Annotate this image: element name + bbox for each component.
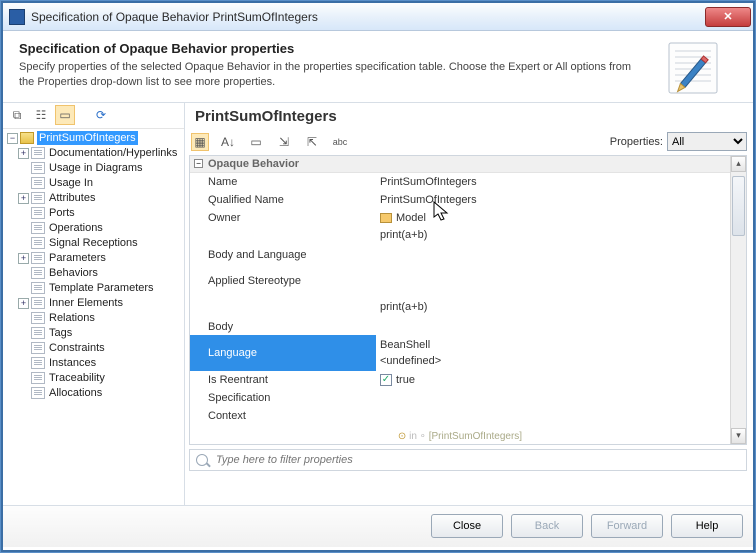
- page-icon: [31, 147, 45, 159]
- scroll-up-icon[interactable]: ▴: [731, 156, 746, 172]
- tree-item[interactable]: Constraints: [5, 341, 184, 356]
- prop-row-name[interactable]: NamePrintSumOfIntegers: [190, 173, 746, 191]
- app-icon: [9, 9, 25, 25]
- forward-button[interactable]: Forward: [591, 514, 663, 538]
- tree-root[interactable]: − PrintSumOfIntegers: [5, 131, 184, 146]
- tree-item[interactable]: +Attributes: [5, 191, 184, 206]
- scroll-thumb[interactable]: [732, 176, 745, 236]
- close-window-button[interactable]: ✕: [705, 7, 751, 27]
- page-icon: [31, 282, 45, 294]
- help-button[interactable]: Help: [671, 514, 743, 538]
- prop-row-qualified-name[interactable]: Qualified NamePrintSumOfIntegers: [190, 191, 746, 209]
- page-icon: [31, 267, 45, 279]
- tree-view-icon[interactable]: ⧉: [7, 105, 27, 125]
- tree-item[interactable]: Relations: [5, 311, 184, 326]
- page-icon: [31, 342, 45, 354]
- page-icon: [31, 177, 45, 189]
- prop-row-language[interactable]: ▸ Language BeanShell <undefined>: [190, 335, 746, 371]
- prop-row-body[interactable]: Bodyprint(a+b): [190, 299, 746, 335]
- body: ⧉ ☷ ▭ ⟳ − PrintSumOfIntegers +Documentat…: [3, 103, 753, 505]
- element-title: PrintSumOfIntegers: [185, 103, 753, 129]
- filter-input[interactable]: [214, 453, 740, 467]
- page-icon: [31, 357, 45, 369]
- show-empty-icon[interactable]: ▭: [247, 133, 265, 151]
- page-icon: [31, 192, 45, 204]
- tree-item[interactable]: Operations: [5, 221, 184, 236]
- model-icon: [380, 213, 392, 223]
- opaque-behavior-icon: [20, 132, 34, 144]
- titlebar: Specification of Opaque Behavior PrintSu…: [3, 3, 753, 31]
- tree-item[interactable]: +Documentation/Hyperlinks: [5, 146, 184, 161]
- tree-item[interactable]: Usage in Diagrams: [5, 161, 184, 176]
- language-value-1: BeanShell: [380, 339, 430, 351]
- sort-icon[interactable]: A↓: [219, 133, 237, 151]
- prop-row-applied-stereotype[interactable]: Applied Stereotype: [190, 263, 746, 299]
- page-icon: [31, 372, 45, 384]
- navigation-tree[interactable]: − PrintSumOfIntegers +Documentation/Hype…: [3, 129, 184, 505]
- tree-item[interactable]: Allocations: [5, 386, 184, 401]
- tree-item[interactable]: Usage In: [5, 176, 184, 191]
- language-value-2: <undefined>: [380, 355, 441, 367]
- prop-row-is-reentrant[interactable]: Is Reentrant✓true: [190, 371, 746, 389]
- tree-item[interactable]: Behaviors: [5, 266, 184, 281]
- search-icon: [196, 454, 208, 466]
- page-icon: [31, 312, 45, 324]
- page-icon: [31, 297, 45, 309]
- properties-grid: − Opaque Behavior NamePrintSumOfIntegers…: [189, 155, 747, 445]
- categorize-icon[interactable]: ▦: [191, 133, 209, 151]
- page-icon: [31, 252, 45, 264]
- refresh-icon[interactable]: ⟳: [91, 105, 111, 125]
- window-title: Specification of Opaque Behavior PrintSu…: [31, 10, 705, 24]
- abc-icon[interactable]: abc: [331, 133, 349, 151]
- header-title: Specification of Opaque Behavior propert…: [19, 41, 633, 56]
- page-icon: [31, 327, 45, 339]
- tree-item[interactable]: Signal Receptions: [5, 236, 184, 251]
- vertical-scrollbar[interactable]: ▴ ▾: [730, 156, 746, 444]
- checkbox-checked-icon[interactable]: ✓: [380, 374, 392, 386]
- tree-item[interactable]: Instances: [5, 356, 184, 371]
- page-icon: [31, 222, 45, 234]
- back-button[interactable]: Back: [511, 514, 583, 538]
- page-icon: [31, 387, 45, 399]
- close-button[interactable]: Close: [431, 514, 503, 538]
- expand-icon[interactable]: ⇲: [275, 133, 293, 151]
- document-illustration-icon: [663, 39, 735, 99]
- prop-row-owner[interactable]: OwnerModel: [190, 209, 746, 227]
- list-view-icon[interactable]: ☷: [31, 105, 51, 125]
- scroll-down-icon[interactable]: ▾: [731, 428, 746, 444]
- left-panel: ⧉ ☷ ▭ ⟳ − PrintSumOfIntegers +Documentat…: [3, 103, 185, 505]
- tree-item[interactable]: Traceability: [5, 371, 184, 386]
- page-icon: [31, 162, 45, 174]
- page-icon: [31, 207, 45, 219]
- tree-item[interactable]: Tags: [5, 326, 184, 341]
- left-toolbar: ⧉ ☷ ▭ ⟳: [3, 103, 184, 129]
- truncated-row: ⊙ in ∘ [PrintSumOfIntegers]: [190, 431, 730, 442]
- tree-root-label: PrintSumOfIntegers: [37, 131, 138, 145]
- collapse-icon[interactable]: −: [194, 159, 203, 168]
- card-view-icon[interactable]: ▭: [55, 105, 75, 125]
- tree-item[interactable]: +Inner Elements: [5, 296, 184, 311]
- right-panel: PrintSumOfIntegers ▦ A↓ ▭ ⇲ ⇱ abc Proper…: [185, 103, 753, 505]
- prop-row-body-language[interactable]: Body and Languageprint(a+b): [190, 227, 746, 263]
- footer: Close Back Forward Help: [3, 505, 753, 547]
- right-toolbar: ▦ A↓ ▭ ⇲ ⇱ abc Properties: All: [185, 129, 753, 155]
- tree-item[interactable]: Template Parameters: [5, 281, 184, 296]
- collapse-icon[interactable]: ⇱: [303, 133, 321, 151]
- dialog-window: Specification of Opaque Behavior PrintSu…: [2, 2, 754, 551]
- page-icon: [31, 237, 45, 249]
- tree-item[interactable]: +Parameters: [5, 251, 184, 266]
- filter-bar: [189, 449, 747, 471]
- prop-row-specification[interactable]: Specification: [190, 389, 746, 407]
- group-header[interactable]: − Opaque Behavior: [190, 156, 746, 173]
- tree-item[interactable]: Ports: [5, 206, 184, 221]
- prop-row-context[interactable]: Context: [190, 407, 746, 425]
- properties-label: Properties:: [610, 136, 663, 148]
- properties-select[interactable]: All: [667, 132, 747, 151]
- header: Specification of Opaque Behavior propert…: [3, 31, 753, 103]
- header-description: Specify properties of the selected Opaqu…: [19, 60, 633, 90]
